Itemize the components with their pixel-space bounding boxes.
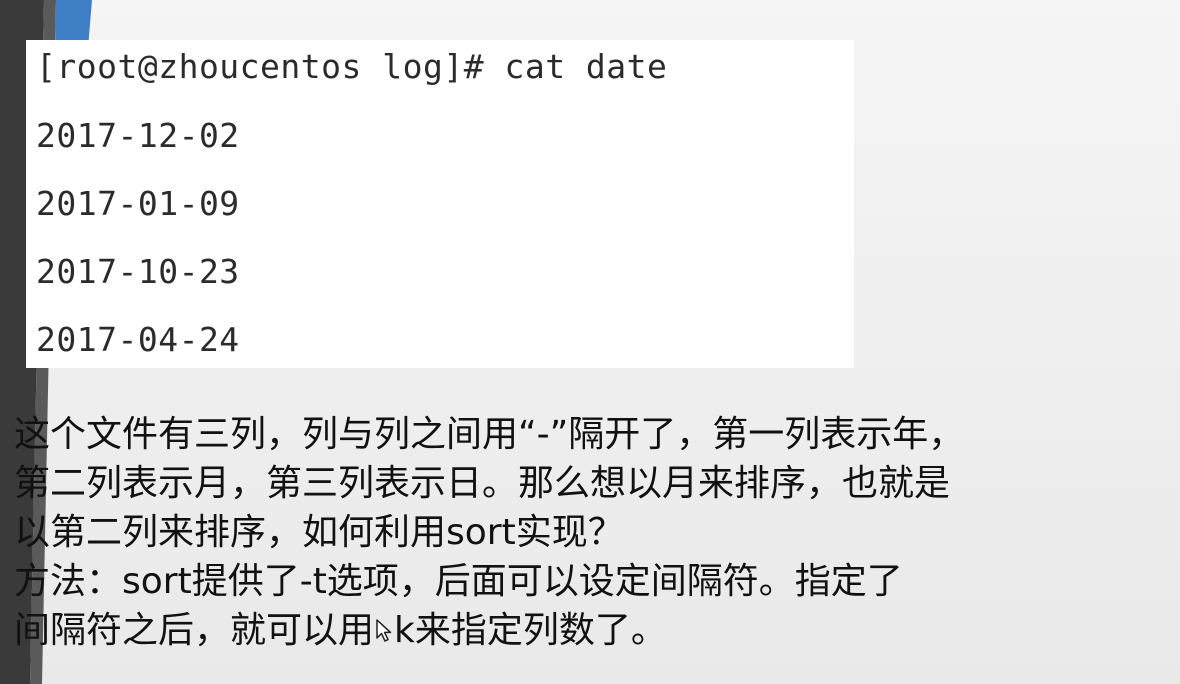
explanation-line: 方法：sort提供了-t选项，后面可以设定间隔符。指定了 — [14, 561, 903, 602]
explanation-line: 以第二列来排序，如何利用sort实现？ — [14, 512, 624, 553]
explanation-line: 间隔符之后，就可以用 k来指定列数了。 — [14, 606, 1164, 657]
explanation-line: 这个文件有三列，列与列之间用“-”隔开了，第一列表示年， — [14, 414, 965, 455]
mouse-pointer-icon — [375, 608, 393, 657]
terminal-command-line: [root@zhoucentos log]# cat date — [36, 47, 668, 86]
terminal-output: [root@zhoucentos log]# cat date 2017-12-… — [26, 40, 854, 368]
terminal-output-line: 2017-01-09 — [36, 184, 240, 223]
explanation-segment: k来指定列数了。 — [394, 610, 667, 651]
explanation-line: 第二列表示月，第三列表示日。那么想以月来排序，也就是 — [14, 463, 951, 504]
terminal-output-line: 2017-12-02 — [36, 116, 240, 155]
terminal-output-line: 2017-04-24 — [36, 320, 240, 359]
explanation-text: 这个文件有三列，列与列之间用“-”隔开了，第一列表示年， 第二列表示月，第三列表… — [14, 410, 1164, 657]
explanation-segment: 间隔符之后，就可以用 — [14, 610, 375, 651]
terminal-output-line: 2017-10-23 — [36, 252, 240, 291]
